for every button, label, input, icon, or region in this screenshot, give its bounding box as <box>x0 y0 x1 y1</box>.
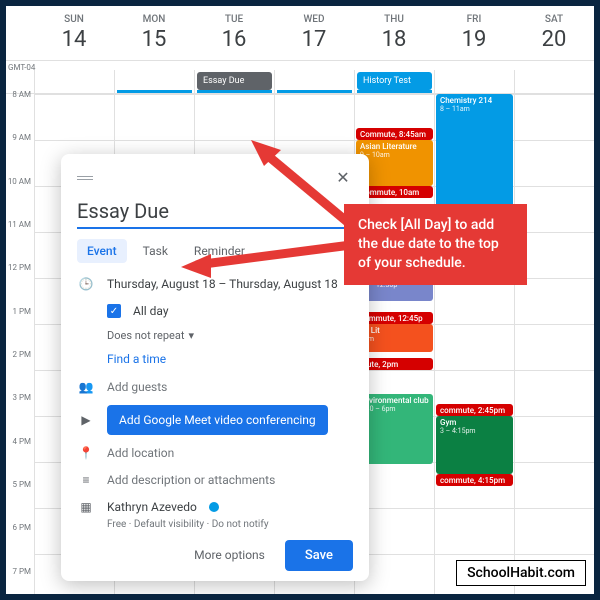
calendar-header: SUN14 MON15 TUE16 WED17 THU18 FRI19 SAT2… <box>6 6 594 61</box>
calendar-name: Kathryn Azevedo <box>107 500 197 514</box>
calendar-icon: ▦ <box>77 498 95 516</box>
day-header: WED17 <box>274 14 354 52</box>
day-header: FRI19 <box>434 14 514 52</box>
location-icon: 📍 <box>77 444 95 462</box>
day-header: SAT20 <box>514 14 594 52</box>
meet-icon: ▶ <box>77 411 95 429</box>
clock-icon: 🕒 <box>77 275 95 293</box>
add-description-input[interactable]: Add description or attachments <box>107 473 275 487</box>
event[interactable]: commute, 2:45pm <box>436 404 513 416</box>
chevron-down-icon: ▾ <box>188 329 194 342</box>
annotation-arrow <box>156 130 366 280</box>
calendar-color-dot <box>209 502 219 512</box>
add-meet-button[interactable]: Add Google Meet video conferencing <box>107 405 328 435</box>
allday-event-essay[interactable]: Essay Due <box>197 72 272 90</box>
day-header: MON15 <box>114 14 194 52</box>
tab-event[interactable]: Event <box>77 239 127 263</box>
attribution: SchoolHabit.com <box>456 560 586 586</box>
allday-event-history[interactable]: History Test <box>357 72 432 90</box>
description-icon: ≡ <box>77 471 95 489</box>
save-button[interactable]: Save <box>285 540 353 571</box>
time-column: 8 AM9 AM10 AM11 AM12 PM1 PM2 PM3 PM4 PM5… <box>6 94 34 594</box>
allday-checkbox[interactable]: ✓ <box>107 304 121 318</box>
more-options-button[interactable]: More options <box>188 540 271 571</box>
repeat-dropdown[interactable]: Does not repeat▾ <box>107 329 353 342</box>
event[interactable]: Commute, 8:45am <box>356 128 433 140</box>
day-header: TUE16 <box>194 14 274 52</box>
calendar-sub: Free · Default visibility · Do not notif… <box>107 519 353 530</box>
allday-row: Essay Due History Test <box>6 70 594 94</box>
day-header: SUN14 <box>34 14 114 52</box>
drag-handle-icon[interactable] <box>77 176 93 180</box>
day-header: THU18 <box>354 14 434 52</box>
allday-label: All day <box>133 304 169 318</box>
add-guests-input[interactable]: Add guests <box>107 380 167 394</box>
annotation-callout: Check [All Day] to add the due date to t… <box>344 204 527 285</box>
event[interactable]: commute, 4:15pm <box>436 474 513 486</box>
find-time-link[interactable]: Find a time <box>107 352 353 366</box>
add-location-input[interactable]: Add location <box>107 446 174 460</box>
guests-icon: 👥 <box>77 378 95 396</box>
event[interactable]: Gym3 – 4:15pm <box>436 416 513 474</box>
